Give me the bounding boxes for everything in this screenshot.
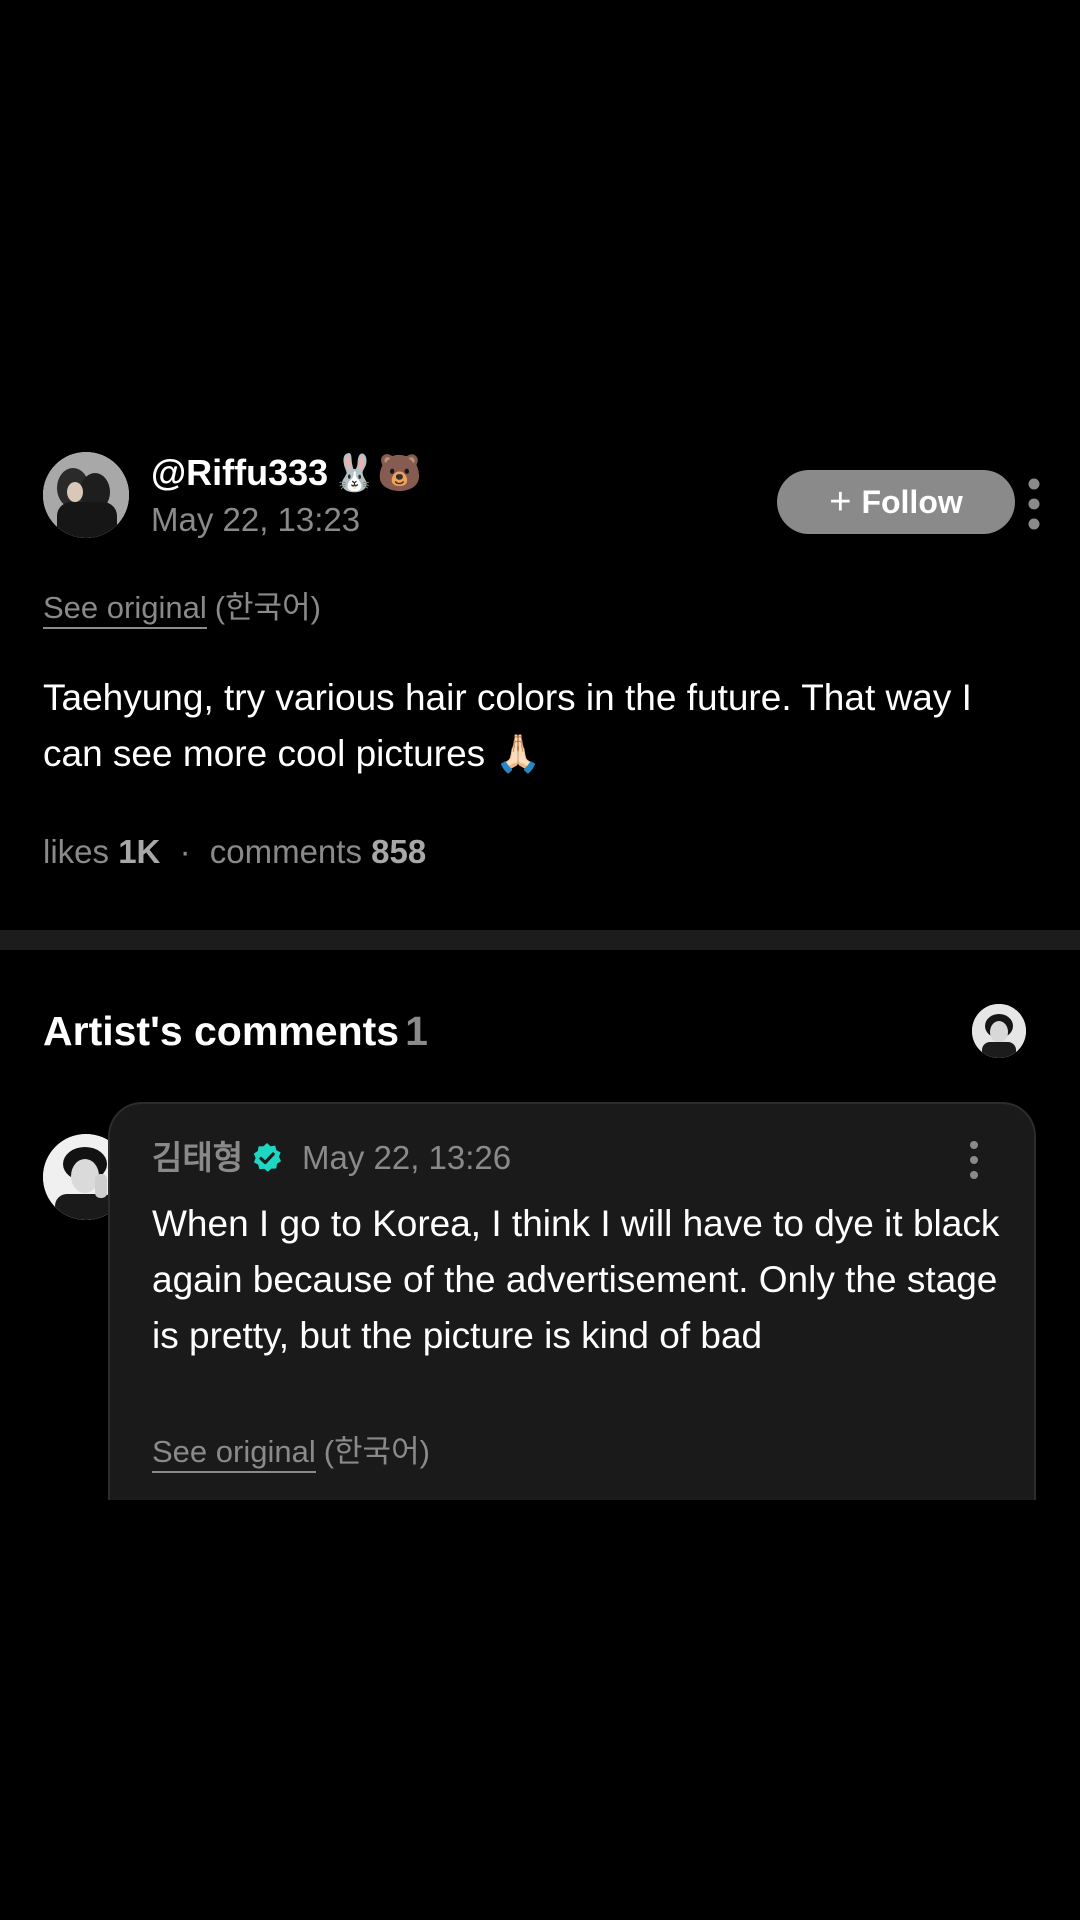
artist-avatar-small-image xyxy=(972,1004,1026,1058)
original-language-label: (한국어) xyxy=(214,590,321,625)
author-avatar-image xyxy=(43,452,129,538)
post-stats: likes 1K · comments 858 xyxy=(43,832,426,872)
section-divider xyxy=(0,930,1080,950)
post-header: @Riffu333 🐰🐻 May 22, 13:23 + Follow xyxy=(43,452,1040,540)
likes-count: 1K xyxy=(118,833,161,870)
author-username-emoji: 🐰🐻 xyxy=(332,452,422,493)
author-username[interactable]: @Riffu333 🐰🐻 xyxy=(151,452,422,494)
comments-label[interactable]: comments xyxy=(210,833,362,870)
post-see-original: See original (한국어) xyxy=(43,588,321,629)
verified-badge-icon xyxy=(253,1143,282,1172)
comment-see-original-link[interactable]: See original xyxy=(152,1434,316,1473)
post-timestamp: May 22, 13:23 xyxy=(151,501,361,538)
artist-comments-count: 1 xyxy=(405,1008,428,1054)
comment-timestamp: May 22, 13:26 xyxy=(302,1139,512,1176)
comment-author[interactable]: 김태형 xyxy=(152,1138,283,1178)
comment-original-language-label: (한국어) xyxy=(323,1434,430,1469)
plus-icon: + xyxy=(829,481,852,523)
see-original-link[interactable]: See original xyxy=(43,590,207,629)
artist-avatar-small[interactable] xyxy=(972,1004,1026,1058)
comment-body-text: When I go to Korea, I think I will have … xyxy=(152,1203,1000,1356)
comments-count: 858 xyxy=(371,833,427,870)
follow-button-label: Follow xyxy=(861,483,963,520)
author-username-text: @Riffu333 xyxy=(151,452,329,493)
follow-button[interactable]: + Follow xyxy=(777,470,1015,534)
more-vertical-icon[interactable] xyxy=(1019,476,1049,532)
post-body-text: Taehyung, try various hair colors in the… xyxy=(43,677,972,774)
comment-author-name: 김태형 xyxy=(152,1139,244,1176)
comment-more-vertical-icon[interactable] xyxy=(962,1140,986,1180)
artist-comment-card: 김태형 May 22, 13:26 When I go to Korea, I … xyxy=(108,1102,1036,1500)
artist-comments-title-text: Artist's comments xyxy=(43,1008,400,1054)
artist-comments-title: Artist's comments 1 xyxy=(43,1006,428,1056)
likes-label[interactable]: likes xyxy=(43,833,109,870)
comment-see-original: See original (한국어) xyxy=(152,1432,430,1473)
stats-separator: · xyxy=(179,833,191,870)
author-avatar[interactable] xyxy=(43,452,129,538)
